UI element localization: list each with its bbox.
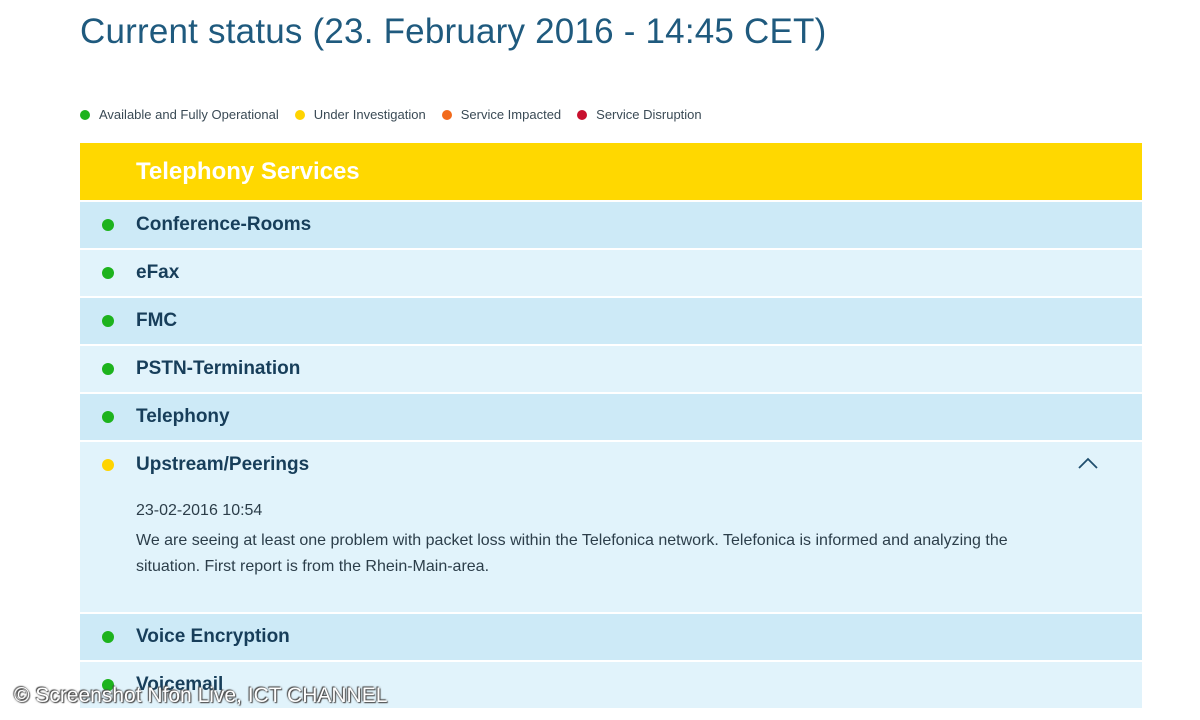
incident-timestamp: 23-02-2016 10:54 [136,502,263,519]
status-dot-icon [102,363,114,375]
legend-item-investigation: Under Investigation [294,107,426,122]
orange-dot-icon [441,109,452,120]
service-row-conference-rooms[interactable]: Conference-Rooms [80,200,1142,248]
panel-title: Telephony Services [136,157,360,185]
green-dot-icon [80,109,90,120]
service-name: Voice Encryption [136,626,290,647]
yellow-dot-icon [294,109,305,120]
legend-label: Available and Fully Operational [99,107,279,122]
legend-label: Under Investigation [313,107,426,122]
red-dot-icon [577,109,588,120]
status-dot-icon [102,267,114,279]
service-row-voice-encryption[interactable]: Voice Encryption [80,612,1142,660]
legend-item-available: Available and Fully Operational [80,107,279,122]
service-name: Upstream/Peerings [136,454,310,475]
panel-header: Telephony Services [80,143,1142,200]
service-name: FMC [136,310,178,331]
service-row-fmc[interactable]: FMC [80,296,1142,344]
incident-detail: 23-02-2016 10:54 We are seeing at least … [80,488,1142,612]
legend-label: Service Disruption [596,107,702,122]
service-row-efax[interactable]: eFax [80,248,1142,296]
copyright-watermark: © Screenshot Nfon Live, ICT CHANNEL [14,684,388,707]
status-dot-icon [102,631,114,643]
status-dot-icon [102,459,114,471]
service-row-pstn-termination[interactable]: PSTN-Termination [80,344,1142,392]
legend-label: Service Impacted [460,107,562,122]
service-name: Conference-Rooms [136,214,312,235]
service-name: Telephony [136,406,230,427]
service-name: eFax [136,262,180,283]
legend-item-disruption: Service Disruption [577,107,702,122]
status-legend: Available and Fully Operational Under In… [80,107,718,122]
service-row-telephony[interactable]: Telephony [80,392,1142,440]
service-name: PSTN-Termination [136,358,301,379]
page-title: Current status (23. February 2016 - 14:4… [80,12,827,51]
status-dot-icon [102,411,114,423]
status-dot-icon [102,219,114,231]
status-dot-icon [102,315,114,327]
chevron-up-icon[interactable] [1078,456,1098,470]
service-row-upstream-peerings[interactable]: Upstream/Peerings [80,440,1142,488]
legend-item-impacted: Service Impacted [441,107,562,122]
incident-message: We are seeing at least one problem with … [136,532,1008,575]
telephony-services-panel: Telephony Services Conference-Rooms eFax… [80,143,1142,720]
